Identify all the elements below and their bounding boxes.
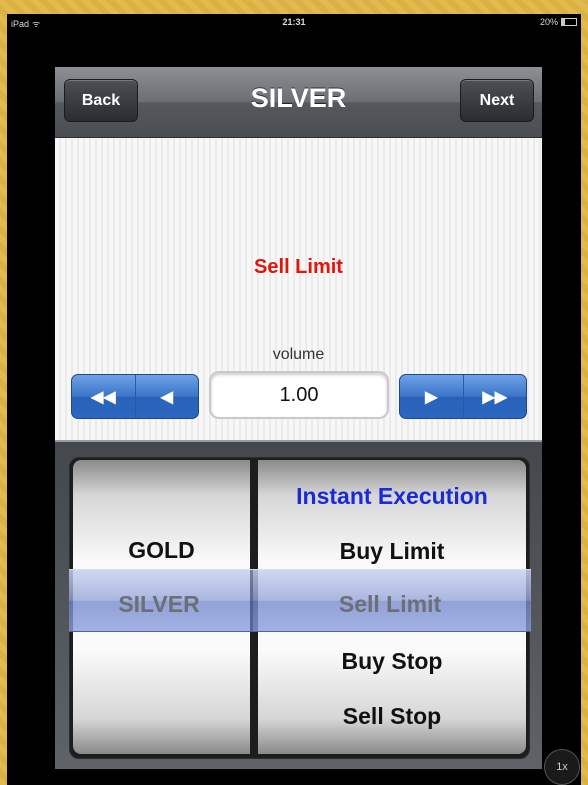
step-forward-icon[interactable]: ▶ bbox=[400, 375, 463, 418]
next-button[interactable]: Next bbox=[460, 79, 534, 122]
volume-input[interactable]: 1.00 bbox=[209, 371, 389, 419]
selected-order-type[interactable]: Sell Limit bbox=[255, 591, 525, 618]
zoom-button[interactable]: 1x bbox=[544, 749, 580, 785]
selection-divider bbox=[250, 570, 253, 631]
battery-percent: 20% bbox=[539, 17, 558, 27]
battery-icon bbox=[561, 18, 577, 26]
picker-row-order-type[interactable]: Sell Stop bbox=[258, 703, 526, 730]
device-screen: iPad ᯤ 21:31 20% Back SILVER Next Sell Li… bbox=[7, 14, 581, 785]
picker-selection-bar: SILVER Sell Limit bbox=[69, 569, 531, 632]
picker-row-order-type[interactable]: Buy Limit bbox=[258, 538, 526, 565]
selected-symbol[interactable]: SILVER bbox=[69, 591, 249, 618]
status-time: 21:31 bbox=[282, 17, 306, 27]
navigation-bar: Back SILVER Next bbox=[55, 67, 542, 138]
status-bar: iPad ᯤ 21:31 20% bbox=[7, 14, 581, 31]
order-screen: Back SILVER Next Sell Limit volume ◀◀ ◀ … bbox=[55, 67, 542, 769]
fast-forward-icon[interactable]: ▶▶ bbox=[462, 375, 527, 418]
volume-decrease-stepper: ◀◀ ◀ bbox=[71, 374, 199, 419]
picker-row-order-type[interactable]: Instant Execution bbox=[258, 483, 526, 510]
volume-label: volume bbox=[272, 346, 325, 363]
picker-row-order-type[interactable]: Buy Stop bbox=[258, 648, 526, 675]
order-type-label: Sell Limit bbox=[254, 256, 343, 278]
volume-increase-stepper: ▶ ▶▶ bbox=[399, 374, 527, 419]
order-panel: Sell Limit volume ◀◀ ◀ 1.00 ▶ ▶▶ bbox=[55, 138, 542, 440]
picker-row-symbol[interactable]: GOLD bbox=[73, 537, 250, 564]
battery-status: 20% bbox=[540, 17, 577, 27]
step-back-icon[interactable]: ◀ bbox=[134, 375, 199, 418]
fast-rewind-icon[interactable]: ◀◀ bbox=[72, 375, 135, 418]
